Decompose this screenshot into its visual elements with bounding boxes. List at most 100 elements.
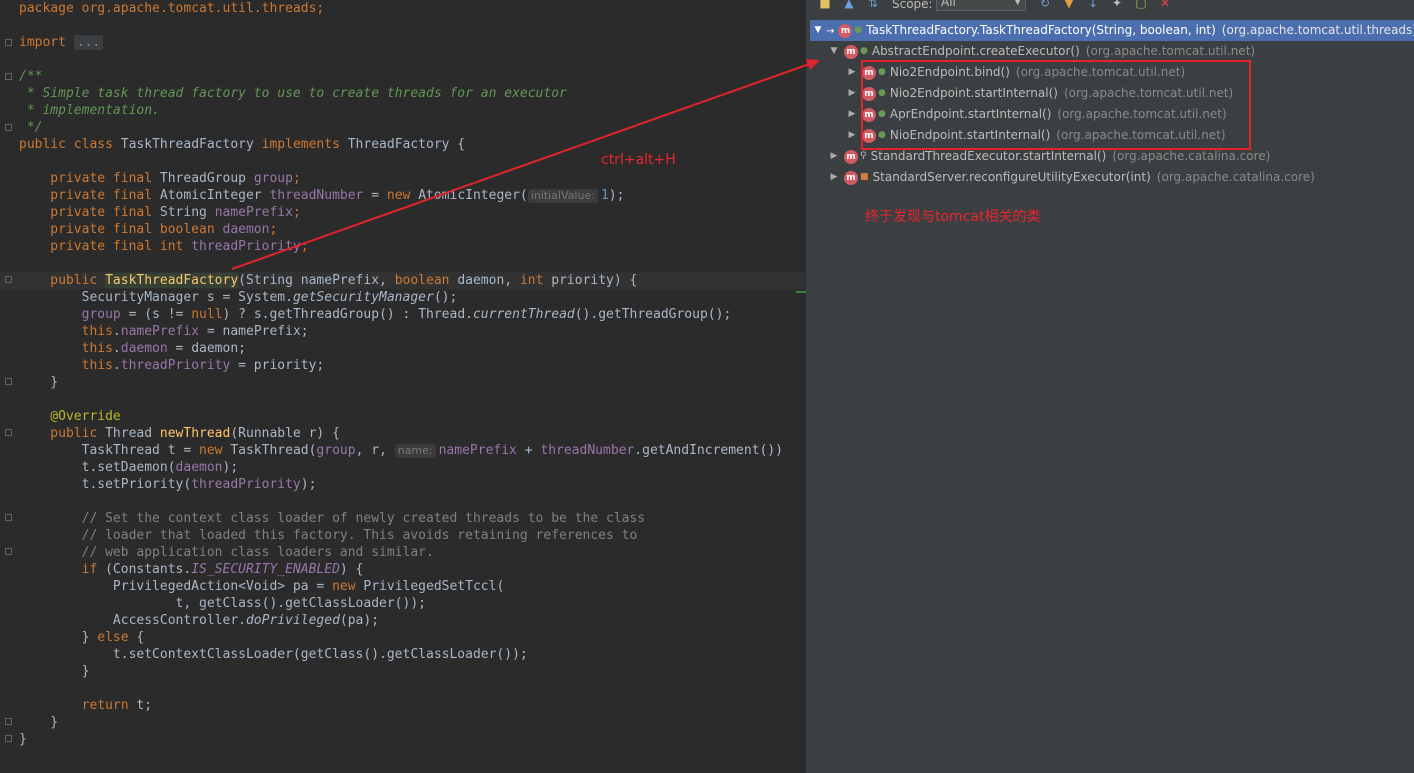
fold-icon[interactable]: [5, 276, 12, 283]
fold-icon[interactable]: [5, 124, 12, 131]
scope-label: Scope:: [892, 0, 933, 11]
fold-icon[interactable]: [5, 429, 12, 436]
expand-arrow-icon[interactable]: ▶: [846, 62, 858, 83]
code-token: daemon,: [457, 273, 520, 288]
sort-alpha-icon[interactable]: ⇅: [864, 0, 882, 12]
code-token: = (s !=: [120, 307, 192, 322]
code-line: }: [19, 732, 27, 747]
fold-icon[interactable]: [5, 718, 12, 725]
code-token: ;: [292, 205, 301, 220]
code-token: implements: [261, 137, 348, 152]
code-token: AccessController.: [19, 613, 246, 628]
code-editor[interactable]: package org.apache.tomcat.util.threads; …: [0, 0, 806, 773]
code-line: public class TaskThreadFactory implement…: [19, 136, 465, 153]
callee-hierarchy-icon[interactable]: ■: [816, 0, 834, 12]
code-line: SecurityManager s = System.getSecurityMa…: [19, 289, 458, 306]
expand-arrow-icon[interactable]: ▶: [846, 83, 858, 104]
code-token: , r,: [355, 443, 395, 458]
caller-hierarchy-icon[interactable]: ▲: [840, 0, 858, 12]
code-token: else: [97, 630, 137, 645]
hierarchy-toolbar: ■ ▲ ⇅ Scope: All ▼ ↻ ▼ ↧ ✦ ▢ ✕: [810, 0, 1414, 13]
code-token: IS_SECURITY_ENABLED: [191, 562, 340, 577]
expand-arrow-icon[interactable]: ▶: [846, 125, 858, 146]
code-token: (Runnable r) {: [230, 426, 340, 441]
refresh-icon[interactable]: ↻: [1036, 0, 1054, 12]
code-token: .: [112, 324, 121, 339]
code-token: this: [19, 341, 113, 356]
code-token: ) ? s.getThreadGroup() : Thread.: [222, 307, 473, 322]
method-name: StandardServer.reconfigureUtilityExecuto…: [872, 170, 1151, 184]
fold-icon[interactable]: [5, 548, 12, 555]
code-token: .: [112, 358, 121, 373]
code-token: +: [516, 443, 541, 458]
code-token: t;: [136, 698, 153, 713]
copy-icon[interactable]: ▢: [1132, 0, 1150, 12]
code-line: private final int threadPriority;: [19, 238, 308, 255]
expand-arrow-icon[interactable]: ▼: [828, 41, 840, 62]
code-token: =: [363, 188, 387, 203]
settings-icon[interactable]: ✦: [1108, 0, 1126, 12]
pin-tab-icon[interactable]: ▼: [1060, 0, 1078, 12]
fold-icon[interactable]: [5, 735, 12, 742]
code-token: new: [199, 443, 231, 458]
code-line: // loader that loaded this factory. This…: [19, 528, 638, 543]
code-line: public TaskThreadFactory(String namePref…: [19, 272, 637, 289]
method-icon: m: [844, 44, 858, 59]
scope-select[interactable]: All ▼: [936, 0, 1026, 11]
code-token: return: [19, 698, 137, 713]
code-token: String: [159, 205, 215, 220]
export-icon[interactable]: ↧: [1084, 0, 1102, 12]
import-keyword: import: [19, 35, 74, 50]
fold-icon[interactable]: [5, 514, 12, 521]
code-token: 1: [600, 188, 609, 203]
code-token: private final int: [19, 239, 192, 254]
code-token: priority) {: [551, 273, 638, 288]
code-token: getSecurityManager: [292, 290, 434, 305]
expand-arrow-icon[interactable]: ▶: [828, 167, 840, 188]
close-icon[interactable]: ✕: [1156, 0, 1174, 12]
code-token: TaskThreadFactory: [120, 137, 262, 152]
code-token: AtomicInteger: [159, 188, 270, 203]
tree-row[interactable]: ▶ m ■ StandardServer.reconfigureUtilityExec…: [828, 167, 1315, 188]
folded-imports[interactable]: ...: [73, 35, 104, 50]
code-token: threadPriority: [191, 477, 301, 492]
public-icon: ●: [854, 25, 863, 35]
code-line: AccessController.doPrivileged(pa);: [19, 612, 379, 629]
callee-arrow-icon: →: [826, 26, 835, 37]
code-line: this.daemon = daemon;: [19, 340, 246, 357]
code-line: } else {: [19, 629, 145, 646]
expand-arrow-icon[interactable]: ▶: [846, 104, 858, 125]
code-token: {: [136, 630, 145, 645]
expand-arrow-icon[interactable]: ▼: [812, 20, 824, 41]
code-token: .: [112, 341, 121, 356]
method-name: AbstractEndpoint.createExecutor(): [871, 44, 1080, 58]
code-line: TaskThread t = new TaskThread(group, r, …: [19, 442, 783, 459]
code-token: PrivilegedAction<Void> pa =: [19, 579, 333, 594]
chevron-down-icon: ▼: [1014, 0, 1021, 7]
constructor-name[interactable]: TaskThreadFactory: [105, 273, 239, 288]
code-line: private final ThreadGroup group;: [19, 170, 300, 187]
fold-icon[interactable]: [5, 73, 12, 80]
code-token: );: [608, 188, 625, 203]
code-token: ();: [433, 290, 458, 305]
code-line: t.setPriority(threadPriority);: [19, 476, 317, 493]
tree-row[interactable]: ▼ m ● AbstractEndpoint.createExecutor() (org…: [828, 41, 1255, 62]
code-line: }: [19, 664, 90, 679]
code-line: @Override: [19, 409, 121, 424]
method-icon: m: [844, 149, 858, 164]
expand-arrow-icon[interactable]: ▶: [828, 146, 840, 167]
code-token: daemon: [222, 222, 270, 237]
code-line: t.setContextClassLoader(getClass().getCl…: [19, 647, 528, 662]
code-token: t.setPriority(: [19, 477, 192, 492]
fold-icon[interactable]: [5, 378, 12, 385]
method-name: StandardThreadExecutor.startInternal(): [870, 149, 1107, 163]
code-token: private final boolean: [19, 222, 223, 237]
tree-row-root[interactable]: ▼ → m ● TaskThreadFactory.TaskThreadFactory(…: [810, 20, 1414, 41]
code-token: group: [253, 171, 293, 186]
code-token: public class: [19, 137, 121, 152]
code-token: currentThread: [472, 307, 575, 322]
fold-icon[interactable]: [5, 39, 12, 46]
parameter-hint: initialValue:: [527, 189, 598, 203]
code-line: // Set the context class loader of newly…: [19, 511, 646, 526]
